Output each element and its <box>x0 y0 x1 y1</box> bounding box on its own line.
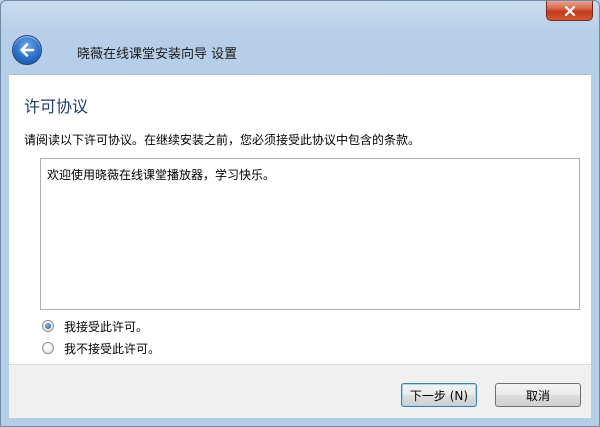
back-button[interactable] <box>12 35 42 65</box>
next-button[interactable]: 下一步 (N) <box>401 383 477 407</box>
window-title: 晓薇在线课堂安装向导 设置 <box>77 47 238 62</box>
wizard-content: 许可协议 请阅读以下许可协议。在继续安装之前，您必须接受此协议中包含的条款。 欢… <box>9 74 591 365</box>
installer-window: 晓薇在线课堂安装向导 设置 许可协议 请阅读以下许可协议。在继续安装之前，您必须… <box>0 0 600 427</box>
instruction-text: 请阅读以下许可协议。在继续安装之前，您必须接受此协议中包含的条款。 <box>24 133 421 147</box>
wizard-header: 晓薇在线课堂安装向导 设置 <box>9 29 591 74</box>
accept-label: 我接受此许可。 <box>64 319 149 334</box>
license-text-box[interactable]: 欢迎使用晓薇在线课堂播放器，学习快乐。 <box>40 158 580 310</box>
close-icon <box>564 5 575 16</box>
decline-radio[interactable] <box>42 342 54 354</box>
wizard-footer: 下一步 (N) 取消 <box>9 364 591 418</box>
decline-option[interactable]: 我不接受此许可。 <box>42 340 160 356</box>
page-title: 许可协议 <box>24 97 89 116</box>
back-arrow-icon <box>20 43 35 57</box>
accept-radio[interactable] <box>42 320 54 332</box>
close-button[interactable] <box>546 1 593 21</box>
accept-option[interactable]: 我接受此许可。 <box>42 318 148 334</box>
cancel-button[interactable]: 取消 <box>495 383 581 407</box>
decline-label: 我不接受此许可。 <box>64 341 161 356</box>
